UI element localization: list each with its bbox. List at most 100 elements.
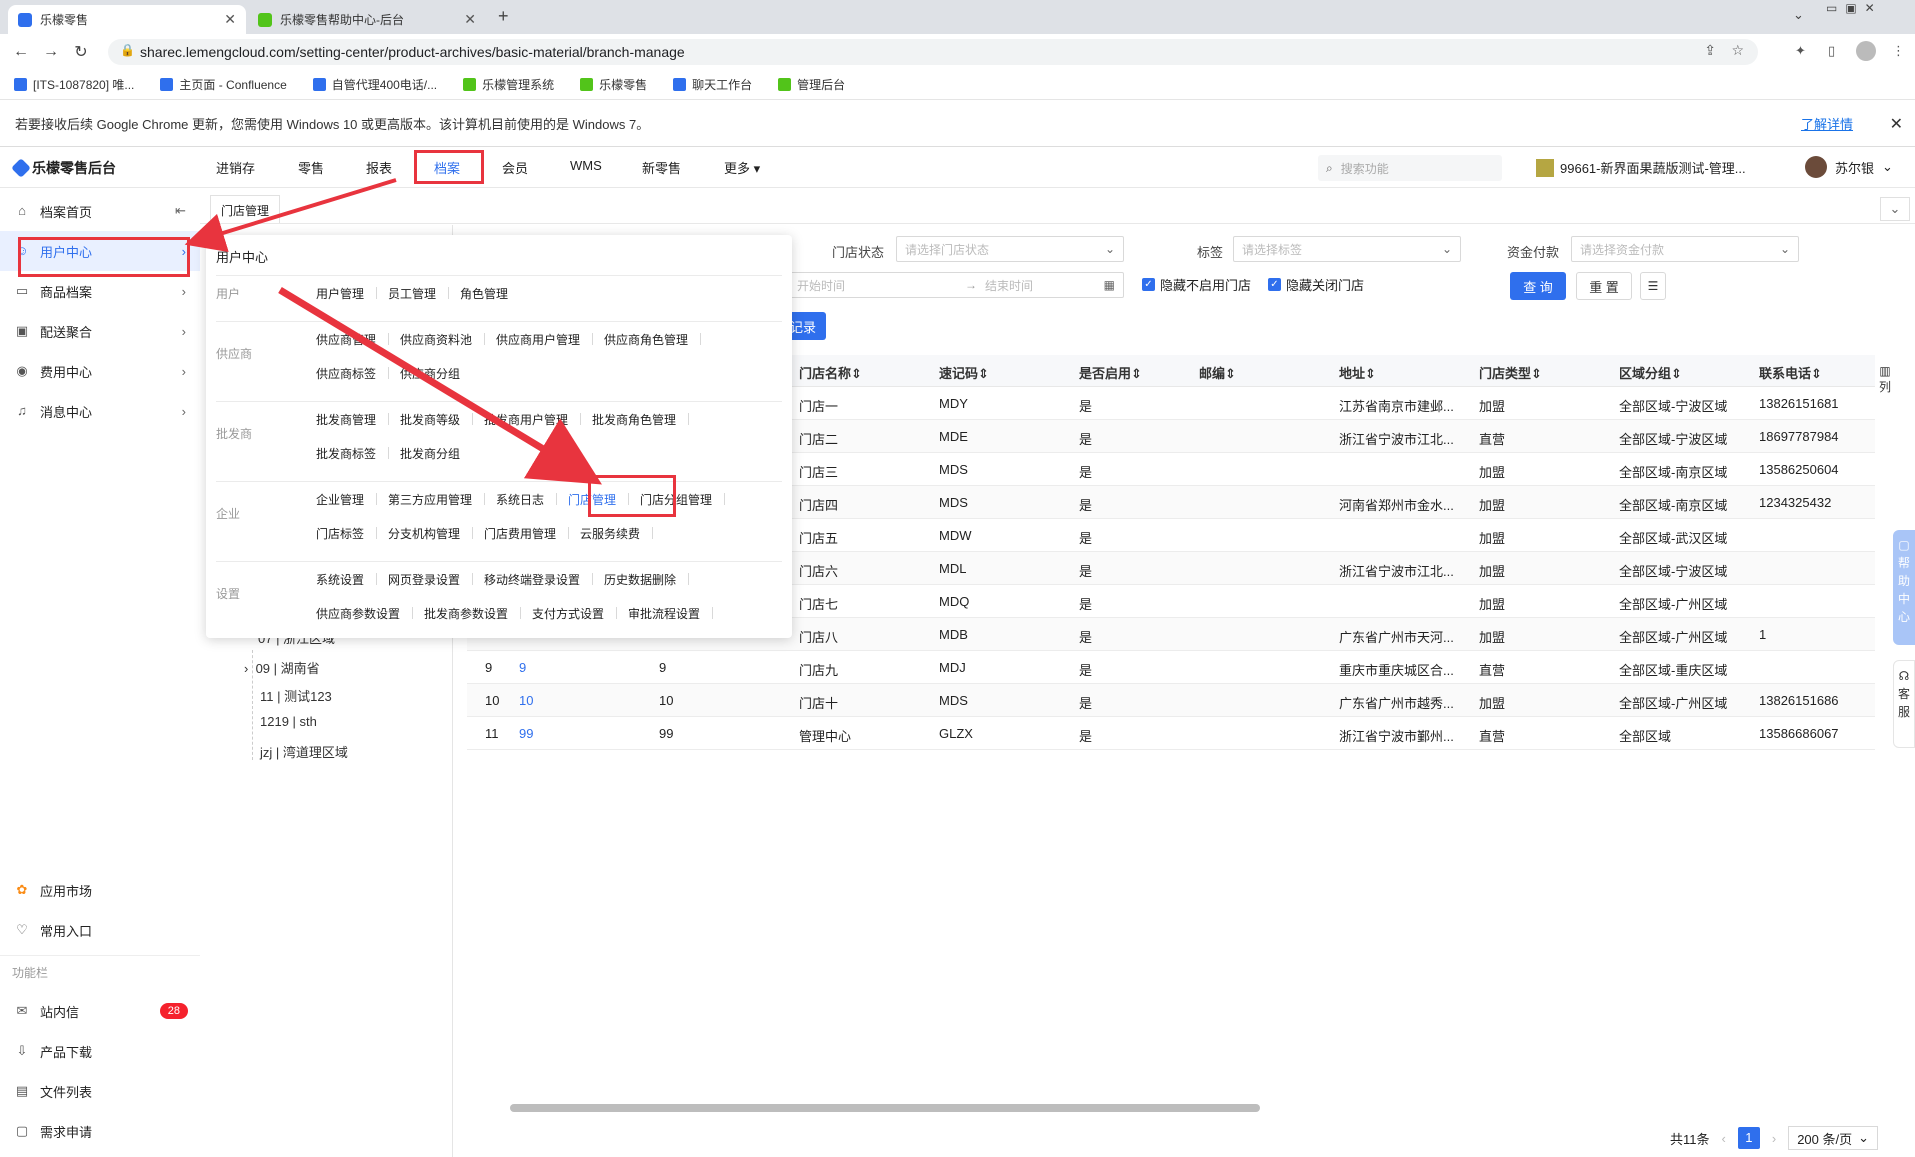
window-controls[interactable]: ▭▣✕ (1826, 1, 1883, 15)
flyout-link[interactable]: 云服务续费 (580, 525, 640, 542)
function-search-input[interactable]: ⌕ 搜索功能 (1318, 155, 1502, 181)
collapse-icon[interactable]: ⇤ (175, 203, 186, 219)
flyout-link[interactable]: 供应商标签 (316, 365, 376, 382)
bookmark-item[interactable]: 乐檬零售 (580, 76, 647, 93)
sidebar-item-request[interactable]: ▢ 需求申请 (0, 1111, 200, 1151)
col-enabled[interactable]: 是否启用⇕ (1079, 363, 1142, 382)
flyout-link[interactable]: 用户管理 (316, 285, 364, 302)
flyout-link[interactable]: 门店费用管理 (484, 525, 556, 542)
flyout-link[interactable]: 供应商用户管理 (496, 331, 580, 348)
menu-xinlingshou[interactable]: 新零售 (642, 158, 681, 177)
reset-button[interactable]: 重 置 (1576, 272, 1632, 300)
browser-tab-lemeng[interactable]: 乐檬零售 ✕ (8, 5, 246, 34)
bookmark-item[interactable]: [ITS-1087820] 唯... (14, 76, 134, 93)
flyout-link[interactable]: 批发商角色管理 (592, 411, 676, 428)
flyout-link[interactable]: 批发商用户管理 (484, 411, 568, 428)
browser-tab-help[interactable]: 乐檬零售帮助中心-后台 ✕ (248, 5, 486, 34)
sidepanel-icon[interactable]: ▯ (1828, 43, 1835, 59)
col-zip[interactable]: 邮编⇕ (1199, 363, 1236, 382)
flyout-link[interactable]: 批发商标签 (316, 445, 376, 462)
caret-right-icon[interactable]: › (244, 661, 256, 676)
sidebar-item-favorites[interactable]: ♡ 常用入口 (0, 910, 200, 950)
flyout-link[interactable]: 批发商等级 (400, 411, 460, 428)
flyout-link[interactable]: 系统日志 (496, 491, 544, 508)
col-store-name[interactable]: 门店名称⇕ (799, 363, 862, 382)
tab-menu-chevron-icon[interactable]: ⌄ (1880, 197, 1910, 221)
extensions-icon[interactable]: ✦ (1795, 43, 1806, 59)
flyout-link[interactable]: 供应商分组 (400, 365, 460, 382)
back-icon[interactable]: ← (6, 43, 36, 61)
col-phone[interactable]: 联系电话⇕ (1759, 363, 1822, 382)
horizontal-scrollbar[interactable] (510, 1104, 1260, 1112)
next-page-icon[interactable]: › (1772, 1131, 1776, 1146)
hide-disabled-checkbox[interactable]: ✓ 隐藏不启用门店 (1142, 275, 1251, 294)
flyout-link[interactable]: 移动终端登录设置 (484, 571, 580, 588)
sidebar-item-goods[interactable]: ▭ 商品档案 › (0, 271, 200, 311)
flyout-link[interactable]: 支付方式设置 (532, 605, 604, 622)
sidebar-item-dangan-home[interactable]: ⌂ 档案首页 ⇤ (0, 191, 200, 231)
col-short-code[interactable]: 速记码⇕ (939, 363, 989, 382)
bookmark-item[interactable]: 聊天工作台 (673, 76, 752, 93)
star-icon[interactable]: ☆ (1731, 42, 1744, 59)
page-number[interactable]: 1 (1737, 1127, 1760, 1149)
flyout-link[interactable]: 历史数据删除 (604, 571, 676, 588)
table-row[interactable]: 11 99 99 管理中心 GLZX 是 浙江省宁波市鄞州... 直营 全部区域 13586686… (467, 717, 1875, 750)
menu-dots-icon[interactable]: ⋮ (1892, 43, 1905, 59)
page-tab-store-manage[interactable]: 门店管理 (210, 195, 281, 223)
flyout-link[interactable]: 批发商分组 (400, 445, 460, 462)
tag-select[interactable]: 请选择标签 ⌄ (1233, 236, 1461, 262)
help-center-float[interactable]: ▢ 帮 助 中 心 (1893, 530, 1915, 645)
profile-avatar[interactable] (1856, 41, 1876, 61)
close-icon[interactable]: ✕ (224, 11, 236, 28)
bookmark-item[interactable]: 主页面 - Confluence (160, 76, 287, 93)
flyout-link[interactable]: 角色管理 (460, 285, 508, 302)
end-date-input[interactable]: 结束时间 (985, 277, 1033, 294)
bookmark-item[interactable]: 自管代理400电话/... (312, 76, 437, 93)
flyout-link[interactable]: 供应商管理 (316, 331, 376, 348)
flyout-link[interactable]: 批发商参数设置 (424, 605, 508, 622)
close-icon[interactable]: ✕ (1890, 114, 1903, 134)
user-menu[interactable]: 苏尔银 ⌄ (1805, 156, 1893, 178)
sidebar-item-message[interactable]: ♫ 消息中心 › (0, 391, 200, 431)
tab-search-icon[interactable]: ⌄ (1793, 7, 1804, 23)
flyout-link[interactable]: 第三方应用管理 (388, 491, 472, 508)
new-tab-icon[interactable]: + (498, 6, 509, 27)
flyout-link[interactable]: 分支机构管理 (388, 525, 460, 542)
flyout-link[interactable]: 供应商参数设置 (316, 605, 400, 622)
flyout-link[interactable]: 企业管理 (316, 491, 364, 508)
flyout-link[interactable]: 系统设置 (316, 571, 364, 588)
col-region[interactable]: 区域分组⇕ (1619, 363, 1682, 382)
fund-payment-select[interactable]: 请选择资金付款 ⌄ (1571, 236, 1799, 262)
cell-no[interactable]: 99 (519, 726, 533, 741)
tree-node[interactable]: 1219 | sth (260, 714, 317, 729)
start-date-input[interactable]: 开始时间 (797, 277, 845, 294)
col-address[interactable]: 地址⇕ (1339, 363, 1376, 382)
sidebar-item-fee[interactable]: ◉ 费用中心 › (0, 351, 200, 391)
tree-node[interactable]: › 09 | 湖南省 (244, 658, 320, 677)
customer-service-float[interactable]: ☊ 客 服 (1893, 660, 1915, 748)
menu-huiyuan[interactable]: 会员 (502, 158, 528, 177)
menu-jinxiaocun[interactable]: 进销存 (216, 158, 255, 177)
share-icon[interactable]: ⇪ (1704, 42, 1716, 59)
table-row[interactable]: 10 10 10 门店十 MDS 是 广东省广州市越秀... 加盟 全部区域-广州区域 13826… (467, 684, 1875, 717)
tree-node[interactable]: jzj | 湾道理区域 (260, 742, 348, 761)
bookmark-item[interactable]: 管理后台 (778, 76, 845, 93)
sidebar-item-inbox[interactable]: ✉ 站内信 28 (0, 991, 200, 1031)
tree-node[interactable]: 11 | 测试123 (260, 686, 332, 705)
forward-icon[interactable]: → (36, 43, 66, 61)
flyout-link[interactable]: 门店标签 (316, 525, 364, 542)
menu-more[interactable]: 更多 ▾ (724, 158, 760, 177)
learn-more-link[interactable]: 了解详情 (1801, 114, 1853, 133)
sidebar-item-file-list[interactable]: ▤ 文件列表 (0, 1071, 200, 1111)
menu-lingshou[interactable]: 零售 (298, 158, 324, 177)
flyout-link[interactable]: 批发商管理 (316, 411, 376, 428)
cell-no[interactable]: 10 (519, 693, 533, 708)
sidebar-item-app-market[interactable]: ✿ 应用市场 (0, 870, 200, 910)
column-settings[interactable]: ▥ 列 (1877, 363, 1893, 395)
page-size-select[interactable]: 200 条/页 ⌄ (1788, 1126, 1879, 1150)
flyout-link[interactable]: 供应商资料池 (400, 331, 472, 348)
col-store-type[interactable]: 门店类型⇕ (1479, 363, 1542, 382)
app-logo[interactable]: 乐檬零售后台 (11, 158, 116, 178)
date-range-picker[interactable]: 开始时间 → 结束时间 ▦ (780, 272, 1124, 298)
store-switcher[interactable]: 99661-新界面果蔬版测试-管理... (1536, 158, 1746, 177)
